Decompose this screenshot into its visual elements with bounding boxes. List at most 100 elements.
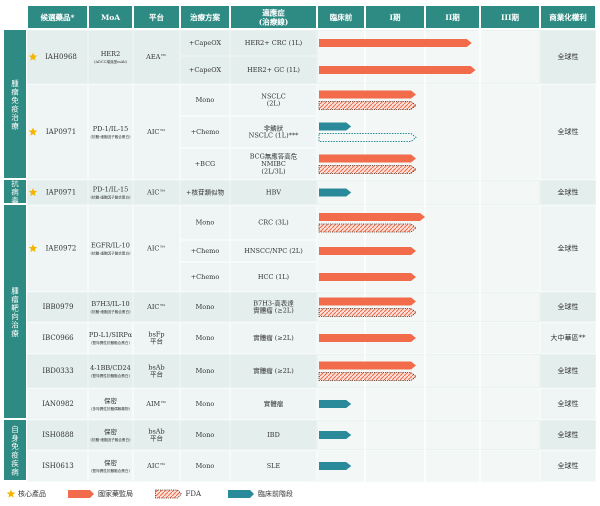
regimen-label: Mono (196, 219, 215, 227)
header-label: 適應症(治療線) (259, 7, 289, 26)
bar-national (319, 66, 476, 74)
regimen-label: +CapeOX (189, 66, 222, 74)
drug-name: ISH0888 (42, 431, 73, 439)
regimen-label: Mono (196, 96, 215, 104)
moa-label: B7H3/IL-10 (91, 300, 129, 308)
rights-label: 全球性 (558, 127, 579, 136)
bar-preclinical (319, 188, 352, 197)
bar-national (319, 247, 416, 255)
category-label: 治 (11, 112, 19, 122)
indication-label: HER2+ GC (1L) (247, 66, 300, 74)
moa-label: 保密 (104, 427, 118, 436)
bar-fda (318, 223, 417, 233)
regimen-label: Mono (196, 303, 215, 311)
drug-name: IBC0966 (42, 334, 74, 342)
moa-subtitle: (抗體-細胞因子融合蛋白) (91, 309, 132, 314)
moa-subtitle: (ADCC增強型mAb) (94, 59, 127, 64)
bar-fda (318, 308, 417, 317)
header-label: 治療方案 (190, 12, 220, 22)
moa-subtitle: (雙特異性抗體融合蛋白) (91, 340, 130, 345)
moa-label: EGFR/IL-10 (91, 242, 130, 250)
indication-label: 實體瘤 (≥2L) (253, 333, 294, 342)
moa-subtitle: (雙特異性抗體融合蛋白) (91, 468, 130, 473)
category-label: 自 (11, 424, 19, 434)
platform-label: AIM™ (145, 400, 166, 408)
platform-label: AIC™ (146, 303, 166, 311)
bar-fda (318, 101, 417, 110)
moa-subtitle: (抗體-細胞因子融合蛋白) (91, 195, 132, 200)
category-label: 瘤 (11, 86, 19, 96)
indication-label: HER2+ CRC (1L) (245, 39, 303, 47)
drug-name: IAH0968 (45, 53, 77, 61)
rights-label: 全球性 (558, 188, 579, 197)
star-icon (6, 489, 16, 498)
regimen-label: Mono (196, 431, 215, 439)
regimen-label: Mono (196, 462, 215, 470)
rights-label: 全球性 (558, 399, 579, 408)
drug-name: IAP0971 (46, 128, 76, 136)
header-label: MoA (101, 13, 120, 22)
regimen-label: Mono (196, 334, 215, 342)
legend-swatch-preclinical (228, 490, 254, 498)
header-label: III期 (501, 12, 520, 22)
bar-fda (318, 165, 417, 174)
moa-label: 4-1BB/CD24 (90, 364, 131, 372)
drug-name: IAP0971 (46, 189, 76, 197)
stage-lane (318, 355, 539, 387)
regimen-label: +BCG (195, 160, 216, 168)
category-label: 疫 (11, 103, 19, 113)
moa-label: 保密 (104, 396, 118, 405)
category-label: 向 (11, 311, 19, 321)
moa-label: 保密 (104, 458, 118, 467)
bar-national (319, 213, 425, 221)
moa-label: PD-1/IL-15 (93, 125, 129, 133)
moa-subtitle: (抗體-細胞因子融合蛋白) (91, 134, 132, 139)
moa-label: PD-1/IL-15 (93, 186, 129, 194)
category-label: 療 (11, 120, 19, 130)
drug-name: ISH0613 (42, 462, 73, 470)
bar-national (319, 361, 416, 370)
rights-label: 全球性 (558, 244, 579, 253)
category-label: 抗 (11, 178, 19, 188)
bar-national (319, 297, 416, 306)
table-header: 候選藥品* MoA 平台 治療方案 適應症(治療線) 臨床前 I期 II期 III期 商業化權利 (28, 6, 595, 28)
legend-label: 國家藥監局 (98, 489, 133, 498)
category-label: 療 (11, 328, 19, 338)
indication-label: B7H3-高表達實體瘤 (≥2L) (253, 298, 294, 314)
pipeline-chart: 候選藥品* MoA 平台 治療方案 適應症(治療線) 臨床前 I期 II期 III期 商業化權利 … (4, 6, 596, 499)
category-label: 病 (11, 466, 19, 476)
category-label: 免 (11, 95, 19, 105)
moa-subtitle: (雙特異性抗體融合蛋白) (91, 373, 130, 378)
stage-lane (318, 85, 539, 179)
drug-name: IAN0982 (42, 400, 74, 408)
header-label: 商業化權利 (549, 12, 587, 22)
stage-lane (318, 293, 539, 321)
rights-label: 全球性 (558, 430, 579, 439)
regimen-label: +Chemo (191, 247, 220, 255)
category-label: 身 (11, 432, 19, 442)
category-label: 瘤 (11, 294, 19, 304)
bar-national (319, 334, 416, 342)
bar-national (319, 273, 416, 281)
indication-label: HBV (266, 189, 281, 197)
platform-label: AIC™ (146, 245, 166, 253)
platform-label: AIC™ (146, 462, 166, 470)
header-label: 平台 (149, 12, 164, 22)
moa-label: HER2 (101, 50, 120, 58)
moa-subtitle: (抗體-細胞因子融合蛋白) (91, 251, 132, 256)
header-label: II期 (445, 12, 460, 22)
rights-label: 全球性 (558, 461, 579, 470)
bar-preclinical (319, 462, 352, 470)
bar-national (319, 90, 416, 99)
header-label: I期 (389, 12, 401, 22)
category-label: 毒 (11, 195, 19, 205)
indication-label: SLE (267, 462, 281, 470)
legend-label: 臨床前階段 (258, 489, 293, 498)
category-label: 免 (11, 441, 19, 451)
table-background (27, 30, 596, 482)
platform-label: AIC™ (146, 128, 166, 136)
bar-national (319, 154, 416, 163)
category-label: 疫 (11, 449, 19, 459)
indication-label: 實體瘤 (≥2L) (253, 366, 294, 375)
platform-label: bsAb 平台 (148, 427, 164, 442)
